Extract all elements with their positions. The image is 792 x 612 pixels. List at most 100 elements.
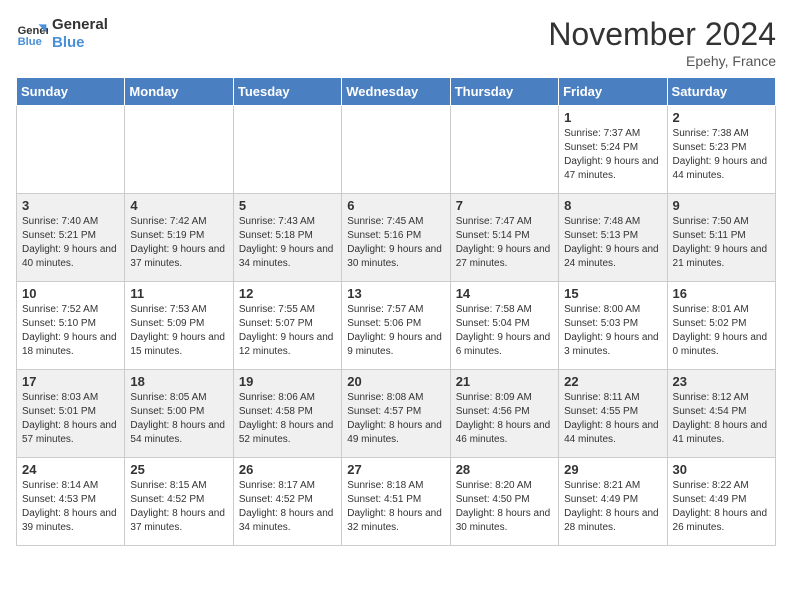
day-number: 9: [673, 198, 770, 213]
day-number: 7: [456, 198, 553, 213]
day-info: Sunrise: 8:22 AM Sunset: 4:49 PM Dayligh…: [673, 479, 770, 535]
calendar-cell: 6Sunrise: 7:45 AM Sunset: 5:16 PM Daylig…: [342, 194, 450, 282]
day-number: 2: [673, 110, 770, 125]
calendar-cell: [450, 106, 558, 194]
day-number: 28: [456, 462, 553, 477]
title-block: November 2024 Epehy, France: [548, 16, 776, 69]
calendar-cell: 7 Sunrise: 7:47 AM Sunset: 5:14 PM Daylig…: [450, 194, 558, 282]
day-info: Sunrise: 7:38 AM Sunset: 5:23 PM Dayligh…: [673, 127, 770, 183]
day-info: Sunrise: 8:12 AM Sunset: 4:54 PM Dayligh…: [673, 391, 770, 447]
calendar-cell: 21Sunrise: 8:09 AM Sunset: 4:56 PM Dayli…: [450, 370, 558, 458]
calendar-cell: [342, 106, 450, 194]
calendar-cell: [233, 106, 341, 194]
calendar-cell: 25 Sunrise: 8:15 AM Sunset: 4:52 PM Dayli…: [125, 458, 233, 546]
calendar-cell: 17 Sunrise: 8:03 AM Sunset: 5:01 PM Dayli…: [17, 370, 125, 458]
day-of-week-header: Monday: [125, 78, 233, 106]
day-of-week-header: Sunday: [17, 78, 125, 106]
logo: General Blue General Blue: [16, 16, 108, 52]
calendar-cell: 29Sunrise: 8:21 AM Sunset: 4:49 PM Dayli…: [559, 458, 667, 546]
day-info: Sunrise: 8:08 AM Sunset: 4:57 PM Dayligh…: [347, 391, 444, 447]
day-info: Sunrise: 8:01 AM Sunset: 5:02 PM Dayligh…: [673, 303, 770, 359]
calendar-cell: 8 Sunrise: 7:48 AM Sunset: 5:13 PM Daylig…: [559, 194, 667, 282]
calendar-cell: 16 Sunrise: 8:01 AM Sunset: 5:02 PM Dayli…: [667, 282, 775, 370]
logo-general: General: [52, 16, 108, 34]
day-of-week-header: Thursday: [450, 78, 558, 106]
day-number: 14: [456, 286, 553, 301]
day-info: Sunrise: 8:05 AM Sunset: 5:00 PM Dayligh…: [130, 391, 227, 447]
day-info: Sunrise: 7:57 AM Sunset: 5:06 PM Dayligh…: [347, 303, 444, 359]
day-info: Sunrise: 8:00 AM Sunset: 5:03 PM Dayligh…: [564, 303, 661, 359]
day-number: 16: [673, 286, 770, 301]
calendar-cell: [125, 106, 233, 194]
page-header: General Blue General Blue November 2024 …: [16, 16, 776, 69]
logo-blue: Blue: [52, 34, 108, 52]
location: Epehy, France: [548, 53, 776, 69]
day-number: 24: [22, 462, 119, 477]
day-number: 26: [239, 462, 336, 477]
day-info: Sunrise: 8:09 AM Sunset: 4:56 PM Dayligh…: [456, 391, 553, 447]
calendar-cell: 23 Sunrise: 8:12 AM Sunset: 4:54 PM Dayli…: [667, 370, 775, 458]
day-info: Sunrise: 8:20 AM Sunset: 4:50 PM Dayligh…: [456, 479, 553, 535]
day-info: Sunrise: 8:06 AM Sunset: 4:58 PM Dayligh…: [239, 391, 336, 447]
day-of-week-header: Friday: [559, 78, 667, 106]
calendar-cell: 22Sunrise: 8:11 AM Sunset: 4:55 PM Dayli…: [559, 370, 667, 458]
day-number: 19: [239, 374, 336, 389]
day-info: Sunrise: 7:50 AM Sunset: 5:11 PM Dayligh…: [673, 215, 770, 271]
day-info: Sunrise: 8:18 AM Sunset: 4:51 PM Dayligh…: [347, 479, 444, 535]
calendar-cell: 14 Sunrise: 7:58 AM Sunset: 5:04 PM Dayli…: [450, 282, 558, 370]
day-info: Sunrise: 7:37 AM Sunset: 5:24 PM Dayligh…: [564, 127, 661, 183]
day-info: Sunrise: 7:52 AM Sunset: 5:10 PM Dayligh…: [22, 303, 119, 359]
day-number: 29: [564, 462, 661, 477]
calendar-cell: 20 Sunrise: 8:08 AM Sunset: 4:57 PM Dayli…: [342, 370, 450, 458]
day-number: 8: [564, 198, 661, 213]
calendar-cell: 24 Sunrise: 8:14 AM Sunset: 4:53 PM Dayli…: [17, 458, 125, 546]
calendar-cell: 9 Sunrise: 7:50 AM Sunset: 5:11 PM Daylig…: [667, 194, 775, 282]
calendar-cell: 15 Sunrise: 8:00 AM Sunset: 5:03 PM Dayli…: [559, 282, 667, 370]
day-number: 25: [130, 462, 227, 477]
calendar-cell: 18Sunrise: 8:05 AM Sunset: 5:00 PM Dayli…: [125, 370, 233, 458]
day-info: Sunrise: 7:58 AM Sunset: 5:04 PM Dayligh…: [456, 303, 553, 359]
day-number: 12: [239, 286, 336, 301]
calendar-cell: 19 Sunrise: 8:06 AM Sunset: 4:58 PM Dayli…: [233, 370, 341, 458]
svg-text:Blue: Blue: [18, 36, 42, 48]
day-of-week-header: Tuesday: [233, 78, 341, 106]
day-number: 15: [564, 286, 661, 301]
day-number: 13: [347, 286, 444, 301]
day-info: Sunrise: 7:43 AM Sunset: 5:18 PM Dayligh…: [239, 215, 336, 271]
day-info: Sunrise: 8:14 AM Sunset: 4:53 PM Dayligh…: [22, 479, 119, 535]
day-number: 4: [130, 198, 227, 213]
day-info: Sunrise: 7:42 AM Sunset: 5:19 PM Dayligh…: [130, 215, 227, 271]
day-info: Sunrise: 7:47 AM Sunset: 5:14 PM Dayligh…: [456, 215, 553, 271]
calendar-table: SundayMondayTuesdayWednesdayThursdayFrid…: [16, 77, 776, 546]
day-info: Sunrise: 7:53 AM Sunset: 5:09 PM Dayligh…: [130, 303, 227, 359]
calendar-cell: 5 Sunrise: 7:43 AM Sunset: 5:18 PM Daylig…: [233, 194, 341, 282]
day-number: 30: [673, 462, 770, 477]
day-info: Sunrise: 7:40 AM Sunset: 5:21 PM Dayligh…: [22, 215, 119, 271]
day-number: 10: [22, 286, 119, 301]
day-info: Sunrise: 7:48 AM Sunset: 5:13 PM Dayligh…: [564, 215, 661, 271]
day-of-week-header: Saturday: [667, 78, 775, 106]
day-info: Sunrise: 8:03 AM Sunset: 5:01 PM Dayligh…: [22, 391, 119, 447]
day-info: Sunrise: 7:45 AM Sunset: 5:16 PM Dayligh…: [347, 215, 444, 271]
calendar-cell: 28 Sunrise: 8:20 AM Sunset: 4:50 PM Dayli…: [450, 458, 558, 546]
day-number: 5: [239, 198, 336, 213]
calendar-cell: 1 Sunrise: 7:37 AM Sunset: 5:24 PM Daylig…: [559, 106, 667, 194]
calendar-cell: 11 Sunrise: 7:53 AM Sunset: 5:09 PM Dayli…: [125, 282, 233, 370]
day-number: 11: [130, 286, 227, 301]
day-number: 17: [22, 374, 119, 389]
day-info: Sunrise: 8:15 AM Sunset: 4:52 PM Dayligh…: [130, 479, 227, 535]
calendar-cell: [17, 106, 125, 194]
day-number: 20: [347, 374, 444, 389]
day-number: 1: [564, 110, 661, 125]
day-info: Sunrise: 8:17 AM Sunset: 4:52 PM Dayligh…: [239, 479, 336, 535]
calendar-cell: 4 Sunrise: 7:42 AM Sunset: 5:19 PM Daylig…: [125, 194, 233, 282]
calendar-cell: 13 Sunrise: 7:57 AM Sunset: 5:06 PM Dayli…: [342, 282, 450, 370]
calendar-cell: 27 Sunrise: 8:18 AM Sunset: 4:51 PM Dayli…: [342, 458, 450, 546]
day-number: 23: [673, 374, 770, 389]
day-number: 3: [22, 198, 119, 213]
calendar-cell: 30 Sunrise: 8:22 AM Sunset: 4:49 PM Dayli…: [667, 458, 775, 546]
day-number: 27: [347, 462, 444, 477]
month-title: November 2024: [548, 16, 776, 53]
calendar-cell: 26 Sunrise: 8:17 AM Sunset: 4:52 PM Dayli…: [233, 458, 341, 546]
calendar-cell: 12Sunrise: 7:55 AM Sunset: 5:07 PM Dayli…: [233, 282, 341, 370]
